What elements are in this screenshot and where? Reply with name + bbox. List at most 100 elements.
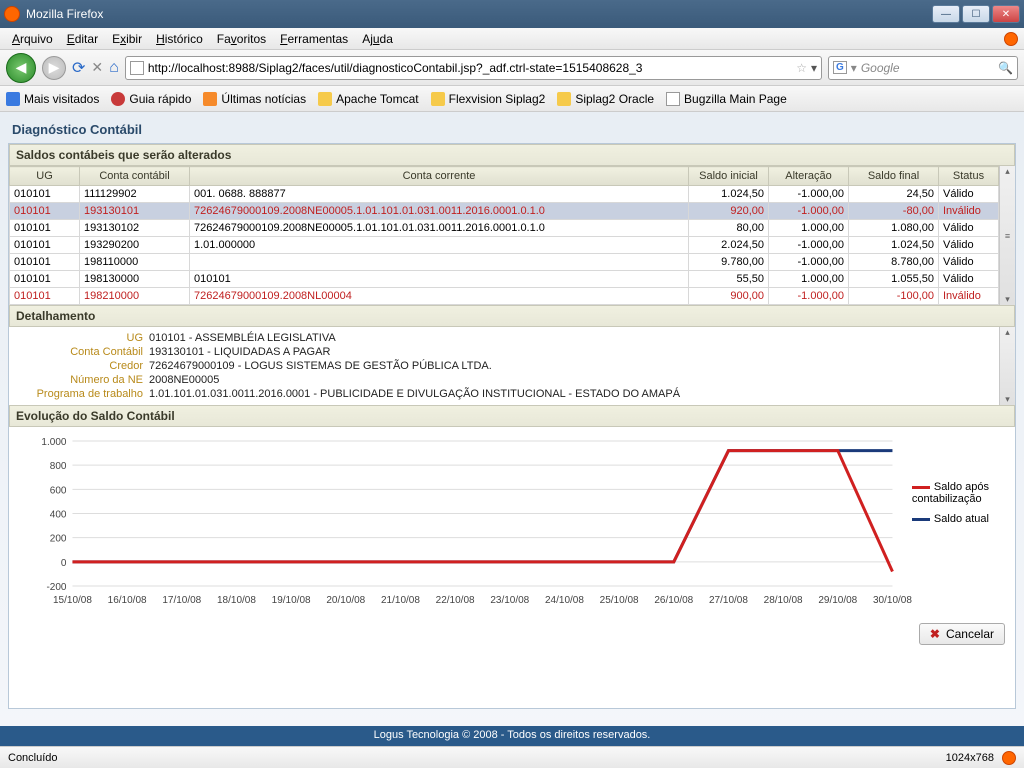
svg-text:30/10/08: 30/10/08: [873, 595, 912, 606]
back-button[interactable]: ◀: [6, 53, 36, 83]
bookmarks-toolbar: Mais visitados Guia rápido Últimas notíc…: [0, 86, 1024, 112]
col-status[interactable]: Status: [939, 167, 999, 186]
section-chart-title: Evolução do Saldo Contábil: [9, 405, 1015, 427]
col-cc[interactable]: Conta corrente: [190, 167, 689, 186]
stop-button[interactable]: ✕: [91, 59, 103, 76]
bookmark-star-icon[interactable]: ☆: [796, 61, 807, 75]
detalhamento-panel: UG010101 - ASSEMBLÉIA LEGISLATIVAConta C…: [9, 327, 999, 405]
menu-ajuda[interactable]: Ajuda: [356, 30, 399, 48]
firefox-status-icon: [1002, 751, 1016, 765]
col-si[interactable]: Saldo inicial: [689, 167, 769, 186]
bookmark-mais-visitados[interactable]: Mais visitados: [6, 92, 99, 106]
svg-text:800: 800: [50, 461, 67, 472]
menu-editar[interactable]: Editar: [61, 30, 104, 48]
svg-text:19/10/08: 19/10/08: [272, 595, 311, 606]
evolution-chart: -200 0 200 400 600 800 1.000 15/10/08 16/10/08 17…: [13, 431, 912, 611]
detail-scrollbar[interactable]: ▴▾: [999, 327, 1015, 405]
svg-text:20/10/08: 20/10/08: [326, 595, 365, 606]
bookmark-siplag2-oracle[interactable]: Siplag2 Oracle: [557, 92, 654, 106]
svg-text:15/10/08: 15/10/08: [53, 595, 92, 606]
nav-toolbar: ◀ ▶ ⟳ ✕ ⌂ http://localhost:8988/Siplag2/…: [0, 50, 1024, 86]
search-placeholder: Google: [861, 61, 900, 75]
svg-text:25/10/08: 25/10/08: [600, 595, 639, 606]
bookmark-apache-tomcat[interactable]: Apache Tomcat: [318, 92, 419, 106]
svg-text:26/10/08: 26/10/08: [654, 595, 693, 606]
throbber-icon: [1004, 32, 1018, 46]
col-conta[interactable]: Conta contábil: [80, 167, 190, 186]
google-icon: G: [833, 61, 847, 74]
window-title: Mozilla Firefox: [26, 7, 103, 21]
svg-text:22/10/08: 22/10/08: [436, 595, 475, 606]
svg-text:0: 0: [61, 558, 67, 569]
table-row[interactable]: 0101011981100009.780,00-1.000,008.780,00…: [10, 254, 999, 271]
chart-legend: Saldo após contabilização Saldo atual: [912, 431, 1011, 611]
url-text: http://localhost:8988/Siplag2/faces/util…: [148, 61, 643, 75]
menu-exibir[interactable]: Exibir: [106, 30, 148, 48]
bookmark-guia-rapido[interactable]: Guia rápido: [111, 92, 191, 106]
cancel-label: Cancelar: [946, 627, 994, 641]
svg-text:600: 600: [50, 485, 67, 496]
menu-favoritos[interactable]: Favoritos: [211, 30, 272, 48]
home-button[interactable]: ⌂: [109, 59, 119, 77]
reload-button[interactable]: ⟳: [72, 58, 85, 78]
col-ug[interactable]: UG: [10, 167, 80, 186]
search-icon[interactable]: 🔍: [998, 61, 1013, 75]
col-sf[interactable]: Saldo final: [849, 167, 939, 186]
menu-ferramentas[interactable]: Ferramentas: [274, 30, 354, 48]
url-dropdown-icon[interactable]: ▾: [811, 61, 817, 75]
svg-text:18/10/08: 18/10/08: [217, 595, 256, 606]
table-row[interactable]: 01010119821000072624679000109.2008NL0000…: [10, 288, 999, 305]
detail-row: UG010101 - ASSEMBLÉIA LEGISLATIVA: [19, 331, 989, 345]
statusbar: Concluído 1024x768: [0, 746, 1024, 768]
table-row[interactable]: 01010119813000001010155,501.000,001.055,…: [10, 271, 999, 288]
table-row[interactable]: 01010119313010272624679000109.2008NE0000…: [10, 220, 999, 237]
cancel-icon: ✖: [930, 627, 940, 641]
close-button[interactable]: ✕: [992, 5, 1020, 23]
saldos-table: UG Conta contábil Conta corrente Saldo i…: [9, 166, 999, 305]
svg-text:16/10/08: 16/10/08: [108, 595, 147, 606]
svg-text:23/10/08: 23/10/08: [490, 595, 529, 606]
chart-panel: -200 0 200 400 600 800 1.000 15/10/08 16/10/08 17…: [9, 427, 1015, 615]
status-text: Concluído: [8, 752, 58, 764]
table-row[interactable]: 010101111129902001. 0688. 8888771.024,50…: [10, 186, 999, 203]
table-row[interactable]: 01010119313010172624679000109.2008NE0000…: [10, 203, 999, 220]
svg-text:200: 200: [50, 534, 67, 545]
firefox-icon: [4, 6, 20, 22]
svg-text:27/10/08: 27/10/08: [709, 595, 748, 606]
svg-text:21/10/08: 21/10/08: [381, 595, 420, 606]
section-detalhamento-title: Detalhamento: [9, 305, 1015, 327]
page-icon: [130, 61, 144, 75]
bookmark-flexvision[interactable]: Flexvision Siplag2: [431, 92, 546, 106]
detail-row: Programa de trabalho1.01.101.01.031.0011…: [19, 387, 989, 401]
menu-arquivo[interactable]: Arquivo: [6, 30, 59, 48]
svg-text:-200: -200: [46, 582, 66, 593]
menu-historico[interactable]: Histórico: [150, 30, 209, 48]
url-bar[interactable]: http://localhost:8988/Siplag2/faces/util…: [125, 56, 822, 80]
menubar: Arquivo Editar Exibir Histórico Favorito…: [0, 28, 1024, 50]
detail-row: Conta Contábil193130101 - LIQUIDADAS A P…: [19, 345, 989, 359]
detail-row: Número da NE2008NE00005: [19, 373, 989, 387]
svg-text:24/10/08: 24/10/08: [545, 595, 584, 606]
cancel-button[interactable]: ✖ Cancelar: [919, 623, 1005, 645]
footer: Logus Tecnologia © 2008 - Todos os direi…: [0, 726, 1024, 746]
search-box[interactable]: G▾ Google 🔍: [828, 56, 1018, 80]
minimize-button[interactable]: —: [932, 5, 960, 23]
svg-text:1.000: 1.000: [41, 437, 66, 448]
dimensions-label: 1024x768: [946, 752, 994, 764]
bookmark-bugzilla[interactable]: Bugzilla Main Page: [666, 92, 787, 106]
svg-text:28/10/08: 28/10/08: [764, 595, 803, 606]
page-body: Diagnóstico Contábil Saldos contábeis qu…: [0, 112, 1024, 746]
page-title: Diagnóstico Contábil: [8, 116, 1016, 143]
svg-text:400: 400: [50, 510, 67, 521]
titlebar: Mozilla Firefox — ☐ ✕: [0, 0, 1024, 28]
maximize-button[interactable]: ☐: [962, 5, 990, 23]
svg-text:17/10/08: 17/10/08: [162, 595, 201, 606]
table-row[interactable]: 0101011932902001.01.0000002.024,50-1.000…: [10, 237, 999, 254]
bookmark-ultimas-noticias[interactable]: Últimas notícias: [203, 92, 306, 106]
detail-row: Credor72624679000109 - LOGUS SISTEMAS DE…: [19, 359, 989, 373]
forward-button[interactable]: ▶: [42, 56, 66, 80]
svg-text:29/10/08: 29/10/08: [818, 595, 857, 606]
col-alt[interactable]: Alteração: [769, 167, 849, 186]
table-scrollbar[interactable]: ▴≡▾: [999, 166, 1015, 305]
section-saldos-title: Saldos contábeis que serão alterados: [9, 144, 1015, 166]
